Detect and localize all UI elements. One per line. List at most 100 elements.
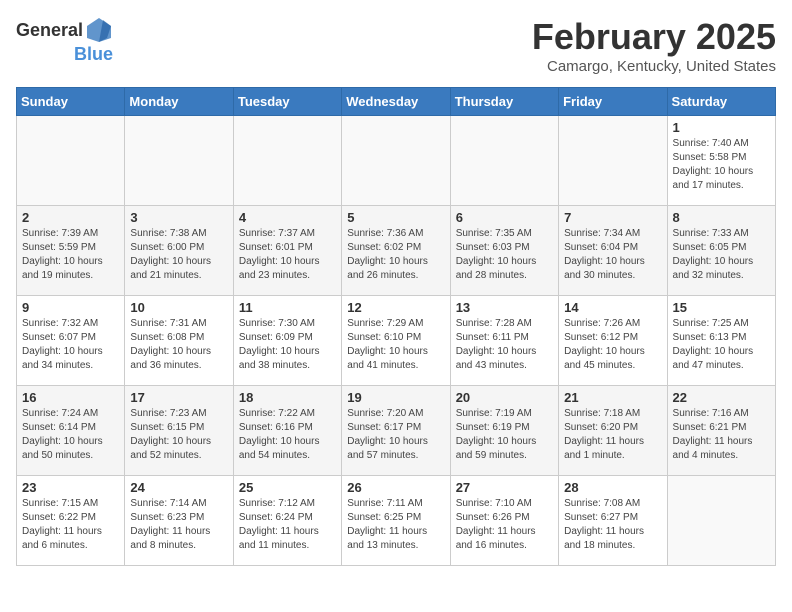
page-subtitle: Camargo, Kentucky, United States xyxy=(532,58,776,75)
day-number: 7 xyxy=(564,210,661,225)
day-info: Sunrise: 7:37 AM Sunset: 6:01 PM Dayligh… xyxy=(239,227,336,283)
day-info: Sunrise: 7:24 AM Sunset: 6:14 PM Dayligh… xyxy=(22,407,119,463)
calendar-week-row: 9 Sunrise: 7:32 AM Sunset: 6:07 PM Daylig… xyxy=(17,296,776,386)
day-info: Sunrise: 7:36 AM Sunset: 6:02 PM Dayligh… xyxy=(347,227,444,283)
calendar-day-cell: 15 Sunrise: 7:25 AM Sunset: 6:13 PM Dayli… xyxy=(667,296,775,386)
calendar-day-cell xyxy=(667,476,775,566)
day-number: 19 xyxy=(347,390,444,405)
calendar-weekday-tuesday: Tuesday xyxy=(233,88,341,116)
day-number: 9 xyxy=(22,300,119,315)
day-number: 23 xyxy=(22,480,119,495)
day-info: Sunrise: 7:10 AM Sunset: 6:26 PM Dayligh… xyxy=(456,497,553,553)
calendar-weekday-wednesday: Wednesday xyxy=(342,88,450,116)
calendar-day-cell: 8Sunrise: 7:33 AM Sunset: 6:05 PM Daylig… xyxy=(667,206,775,296)
day-number: 4 xyxy=(239,210,336,225)
day-info: Sunrise: 7:38 AM Sunset: 6:00 PM Dayligh… xyxy=(130,227,227,283)
calendar-day-cell xyxy=(450,116,558,206)
calendar-day-cell: 13 Sunrise: 7:28 AM Sunset: 6:11 PM Dayli… xyxy=(450,296,558,386)
calendar-day-cell: 23 Sunrise: 7:15 AM Sunset: 6:22 PM Dayli… xyxy=(17,476,125,566)
logo: General Blue xyxy=(16,16,113,65)
calendar-day-cell: 27 Sunrise: 7:10 AM Sunset: 6:26 PM Dayli… xyxy=(450,476,558,566)
day-number: 16 xyxy=(22,390,119,405)
logo-icon xyxy=(85,16,113,44)
calendar-day-cell: 4 Sunrise: 7:37 AM Sunset: 6:01 PM Daylig… xyxy=(233,206,341,296)
day-info: Sunrise: 7:19 AM Sunset: 6:19 PM Dayligh… xyxy=(456,407,553,463)
calendar-day-cell: 22 Sunrise: 7:16 AM Sunset: 6:21 PM Dayli… xyxy=(667,386,775,476)
calendar-header-row: SundayMondayTuesdayWednesdayThursdayFrid… xyxy=(17,88,776,116)
day-info: Sunrise: 7:22 AM Sunset: 6:16 PM Dayligh… xyxy=(239,407,336,463)
day-info: Sunrise: 7:32 AM Sunset: 6:07 PM Dayligh… xyxy=(22,317,119,373)
day-info: Sunrise: 7:31 AM Sunset: 6:08 PM Dayligh… xyxy=(130,317,227,373)
calendar-day-cell: 19 Sunrise: 7:20 AM Sunset: 6:17 PM Dayli… xyxy=(342,386,450,476)
calendar-weekday-friday: Friday xyxy=(559,88,667,116)
day-info: Sunrise: 7:12 AM Sunset: 6:24 PM Dayligh… xyxy=(239,497,336,553)
calendar-day-cell: 21 Sunrise: 7:18 AM Sunset: 6:20 PM Dayli… xyxy=(559,386,667,476)
calendar-day-cell: 12 Sunrise: 7:29 AM Sunset: 6:10 PM Dayli… xyxy=(342,296,450,386)
day-info: Sunrise: 7:23 AM Sunset: 6:15 PM Dayligh… xyxy=(130,407,227,463)
day-info: Sunrise: 7:34 AM Sunset: 6:04 PM Dayligh… xyxy=(564,227,661,283)
calendar-day-cell: 3 Sunrise: 7:38 AM Sunset: 6:00 PM Daylig… xyxy=(125,206,233,296)
calendar-day-cell: 6Sunrise: 7:35 AM Sunset: 6:03 PM Daylig… xyxy=(450,206,558,296)
day-info: Sunrise: 7:26 AM Sunset: 6:12 PM Dayligh… xyxy=(564,317,661,373)
calendar-day-cell: 2 Sunrise: 7:39 AM Sunset: 5:59 PM Daylig… xyxy=(17,206,125,296)
day-number: 27 xyxy=(456,480,553,495)
day-number: 3 xyxy=(130,210,227,225)
calendar-table: SundayMondayTuesdayWednesdayThursdayFrid… xyxy=(16,87,776,566)
day-number: 6 xyxy=(456,210,553,225)
calendar-day-cell: 5 Sunrise: 7:36 AM Sunset: 6:02 PM Daylig… xyxy=(342,206,450,296)
day-info: Sunrise: 7:39 AM Sunset: 5:59 PM Dayligh… xyxy=(22,227,119,283)
day-number: 25 xyxy=(239,480,336,495)
day-info: Sunrise: 7:16 AM Sunset: 6:21 PM Dayligh… xyxy=(673,407,770,463)
title-area: February 2025 Camargo, Kentucky, United … xyxy=(532,16,776,75)
day-number: 24 xyxy=(130,480,227,495)
calendar-day-cell: 20Sunrise: 7:19 AM Sunset: 6:19 PM Dayli… xyxy=(450,386,558,476)
calendar-day-cell xyxy=(559,116,667,206)
day-number: 1 xyxy=(673,120,770,135)
calendar-day-cell: 25 Sunrise: 7:12 AM Sunset: 6:24 PM Dayli… xyxy=(233,476,341,566)
day-info: Sunrise: 7:30 AM Sunset: 6:09 PM Dayligh… xyxy=(239,317,336,373)
day-number: 8 xyxy=(673,210,770,225)
day-number: 10 xyxy=(130,300,227,315)
day-info: Sunrise: 7:20 AM Sunset: 6:17 PM Dayligh… xyxy=(347,407,444,463)
calendar-week-row: 23 Sunrise: 7:15 AM Sunset: 6:22 PM Dayli… xyxy=(17,476,776,566)
day-info: Sunrise: 7:08 AM Sunset: 6:27 PM Dayligh… xyxy=(564,497,661,553)
calendar-day-cell xyxy=(125,116,233,206)
calendar-weekday-sunday: Sunday xyxy=(17,88,125,116)
day-info: Sunrise: 7:18 AM Sunset: 6:20 PM Dayligh… xyxy=(564,407,661,463)
calendar-day-cell: 11 Sunrise: 7:30 AM Sunset: 6:09 PM Dayli… xyxy=(233,296,341,386)
calendar-week-row: 2 Sunrise: 7:39 AM Sunset: 5:59 PM Daylig… xyxy=(17,206,776,296)
page-header: General Blue February 2025 Camargo, Kent… xyxy=(16,16,776,75)
day-number: 18 xyxy=(239,390,336,405)
calendar-week-row: 16 Sunrise: 7:24 AM Sunset: 6:14 PM Dayli… xyxy=(17,386,776,476)
day-info: Sunrise: 7:15 AM Sunset: 6:22 PM Dayligh… xyxy=(22,497,119,553)
calendar-weekday-saturday: Saturday xyxy=(667,88,775,116)
day-number: 22 xyxy=(673,390,770,405)
calendar-day-cell xyxy=(17,116,125,206)
calendar-day-cell xyxy=(233,116,341,206)
day-number: 2 xyxy=(22,210,119,225)
day-number: 17 xyxy=(130,390,227,405)
day-info: Sunrise: 7:25 AM Sunset: 6:13 PM Dayligh… xyxy=(673,317,770,373)
day-number: 12 xyxy=(347,300,444,315)
day-info: Sunrise: 7:29 AM Sunset: 6:10 PM Dayligh… xyxy=(347,317,444,373)
day-number: 5 xyxy=(347,210,444,225)
day-info: Sunrise: 7:28 AM Sunset: 6:11 PM Dayligh… xyxy=(456,317,553,373)
day-number: 14 xyxy=(564,300,661,315)
logo-text-general: General xyxy=(16,20,83,41)
day-number: 15 xyxy=(673,300,770,315)
day-info: Sunrise: 7:14 AM Sunset: 6:23 PM Dayligh… xyxy=(130,497,227,553)
day-number: 13 xyxy=(456,300,553,315)
calendar-day-cell: 16 Sunrise: 7:24 AM Sunset: 6:14 PM Dayli… xyxy=(17,386,125,476)
calendar-day-cell xyxy=(342,116,450,206)
calendar-day-cell: 9 Sunrise: 7:32 AM Sunset: 6:07 PM Daylig… xyxy=(17,296,125,386)
day-number: 21 xyxy=(564,390,661,405)
calendar-day-cell: 17 Sunrise: 7:23 AM Sunset: 6:15 PM Dayli… xyxy=(125,386,233,476)
day-number: 11 xyxy=(239,300,336,315)
calendar-day-cell: 10 Sunrise: 7:31 AM Sunset: 6:08 PM Dayli… xyxy=(125,296,233,386)
calendar-weekday-thursday: Thursday xyxy=(450,88,558,116)
calendar-day-cell: 14 Sunrise: 7:26 AM Sunset: 6:12 PM Dayli… xyxy=(559,296,667,386)
page-title: February 2025 xyxy=(532,16,776,58)
day-info: Sunrise: 7:40 AM Sunset: 5:58 PM Dayligh… xyxy=(673,137,770,193)
calendar-day-cell: 18 Sunrise: 7:22 AM Sunset: 6:16 PM Dayli… xyxy=(233,386,341,476)
day-number: 26 xyxy=(347,480,444,495)
